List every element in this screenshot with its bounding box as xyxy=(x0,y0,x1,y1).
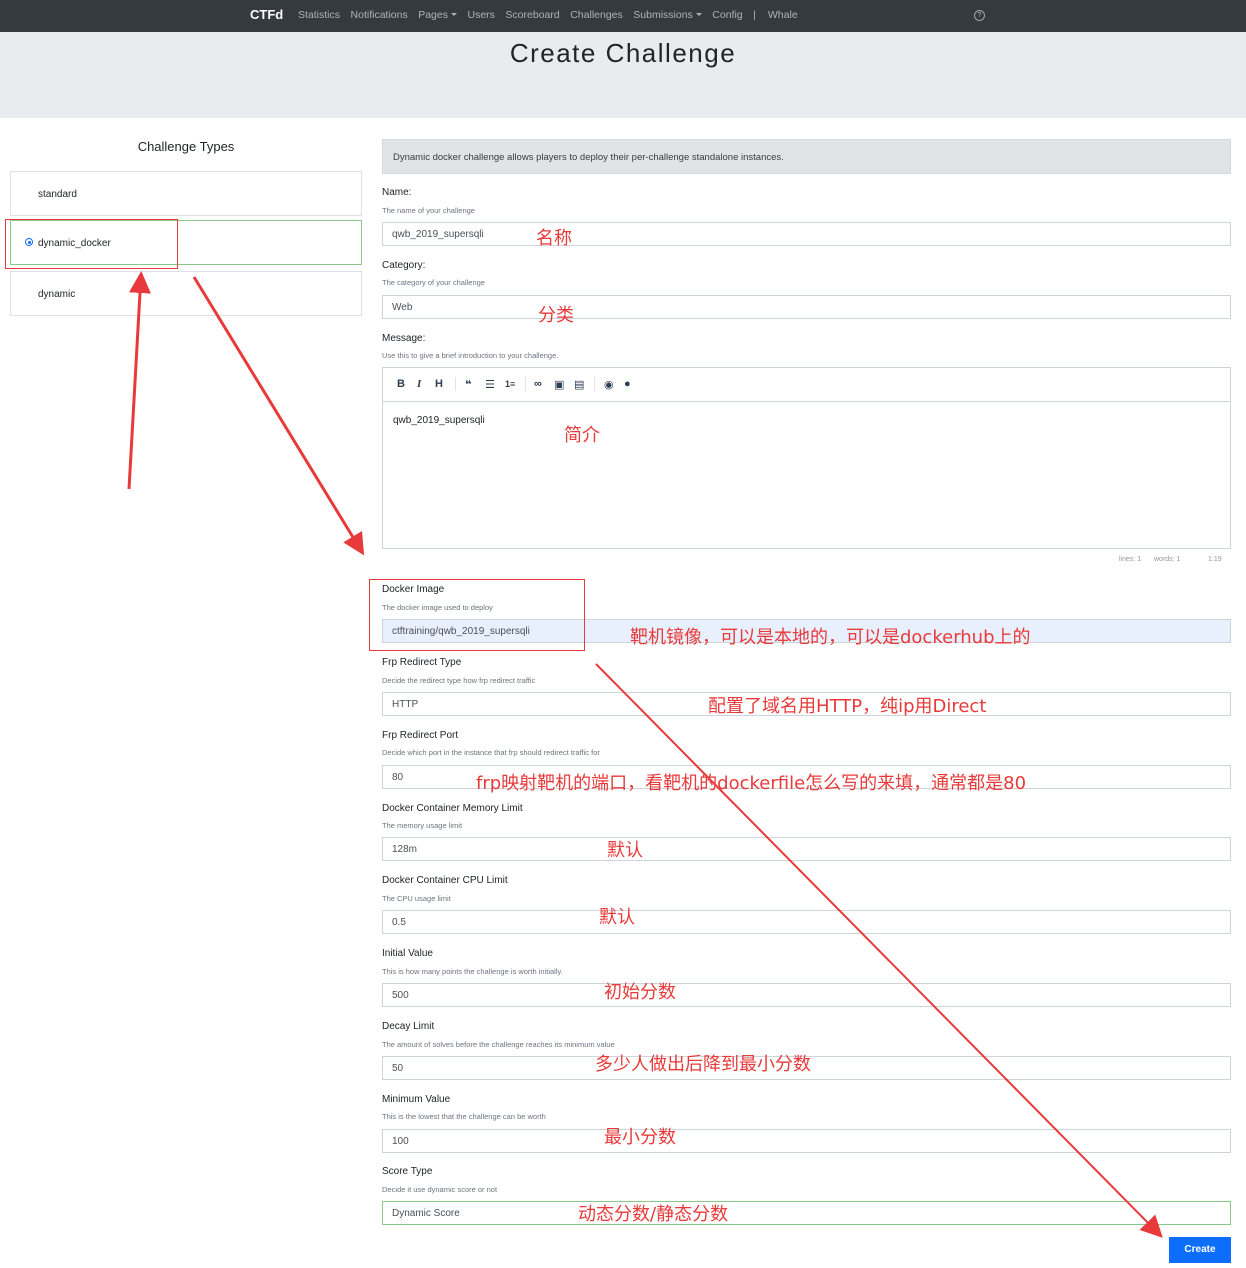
nav-submissions-dropdown[interactable]: Submissions xyxy=(633,9,702,21)
ordered-list-icon[interactable]: 1≡ xyxy=(505,379,515,389)
nav-users[interactable]: Users xyxy=(468,9,495,21)
guide-icon[interactable]: ● xyxy=(624,378,631,390)
minimum-value-input[interactable]: 100 xyxy=(382,1129,1231,1153)
nav-config[interactable]: Config xyxy=(712,9,742,21)
category-input[interactable]: Web xyxy=(382,295,1231,319)
page-title: Create Challenge xyxy=(509,38,737,68)
annotation-name: 名称 xyxy=(536,228,572,249)
challenge-types-title: Challenge Types xyxy=(137,139,235,154)
name-input[interactable]: qwb_2019_supersqli xyxy=(382,222,1231,246)
message-help: Use this to give a brief introduction to… xyxy=(382,351,559,360)
page-header: Create Challenge xyxy=(0,32,1246,118)
annotation-frp-port: frp映射靶机的端口，看靶机的dockerfile怎么写的来填，通常都是80 xyxy=(476,773,1027,794)
arrow-to-docker-image xyxy=(192,276,365,556)
annotation-minimum: 最小分数 xyxy=(604,1127,676,1148)
cpu-limit-label: Docker Container CPU Limit xyxy=(382,875,508,886)
memory-limit-input[interactable]: 128m xyxy=(382,837,1231,861)
heading-icon[interactable]: H xyxy=(435,378,443,390)
challenge-type-label: dynamic xyxy=(38,289,76,300)
initial-value-input[interactable]: 500 xyxy=(382,983,1231,1007)
brand-logo[interactable]: CTFd xyxy=(250,7,283,22)
cpu-limit-input[interactable]: 0.5 xyxy=(382,910,1231,934)
initial-value-help: This is how many points the challenge is… xyxy=(382,967,563,976)
cpu-limit-help: The CPU usage limit xyxy=(382,894,451,903)
annotation-box-challenge-type xyxy=(5,219,178,269)
annotation-score-type: 动态分数/静态分数 xyxy=(578,1204,729,1225)
category-label: Category: xyxy=(382,260,426,271)
question-circle-icon[interactable]: ? xyxy=(974,10,985,21)
toolbar-divider xyxy=(594,377,595,391)
name-help: The name of your challenge xyxy=(382,206,475,215)
editor-cursor-position: 1:19 xyxy=(1208,556,1222,563)
link-icon[interactable]: ∞ xyxy=(534,378,542,390)
nav-menu: Statistics Notifications Pages Users Sco… xyxy=(298,9,808,21)
category-help: The category of your challenge xyxy=(382,278,485,287)
message-label: Message: xyxy=(382,333,426,344)
frp-port-label: Frp Redirect Port xyxy=(382,730,459,741)
annotation-message: 简介 xyxy=(564,425,600,446)
bold-icon[interactable]: B xyxy=(397,378,405,390)
italic-icon[interactable]: I xyxy=(417,378,421,390)
frp-type-help: Decide the redirect type how frp redirec… xyxy=(382,676,536,685)
initial-value-label: Initial Value xyxy=(382,948,433,959)
annotation-cpu: 默认 xyxy=(599,907,635,928)
challenge-type-dynamic[interactable]: dynamic xyxy=(10,271,362,316)
challenge-description-alert: Dynamic docker challenge allows players … xyxy=(382,139,1231,174)
challenge-type-standard[interactable]: standard xyxy=(10,171,362,216)
annotation-initial: 初始分数 xyxy=(604,982,676,1003)
annotation-docker-image: 靶机镜像，可以是本地的，可以是dockerhub上的 xyxy=(630,627,1031,648)
decay-limit-help: The amount of solves before the challeng… xyxy=(382,1040,615,1049)
minimum-value-help: This is the lowest that the challenge ca… xyxy=(382,1112,546,1121)
nav-submissions-label: Submissions xyxy=(633,9,693,21)
score-type-label: Score Type xyxy=(382,1166,433,1177)
nav-scoreboard[interactable]: Scoreboard xyxy=(505,9,559,21)
nav-pages-label: Pages xyxy=(418,9,448,21)
memory-limit-label: Docker Container Memory Limit xyxy=(382,803,523,814)
memory-limit-help: The memory usage limit xyxy=(382,821,463,830)
frp-type-label: Frp Redirect Type xyxy=(382,657,462,668)
message-editor-text: qwb_2019_supersqli xyxy=(393,415,485,426)
nav-pages-dropdown[interactable]: Pages xyxy=(418,9,457,21)
frp-port-help: Decide which port in the instance that f… xyxy=(382,748,600,757)
message-editor[interactable]: B I H ❝ ☰ 1≡ ∞ ▣ ▤ ◉ ● qwb_2019_supersql… xyxy=(382,367,1231,549)
score-type-help: Decide it use dynamic score or not xyxy=(382,1185,498,1194)
annotation-decay: 多少人做出后降到最小分数 xyxy=(595,1054,811,1075)
file-icon[interactable]: ▤ xyxy=(574,378,584,391)
nav-whale[interactable]: Whale xyxy=(768,9,798,21)
preview-icon[interactable]: ◉ xyxy=(604,378,614,391)
toolbar-divider xyxy=(455,377,456,391)
create-button[interactable]: Create xyxy=(1169,1237,1231,1263)
nav-divider: | xyxy=(753,9,756,21)
decay-limit-label: Decay Limit xyxy=(382,1021,435,1032)
annotation-category: 分类 xyxy=(538,305,574,326)
editor-toolbar: B I H ❝ ☰ 1≡ ∞ ▣ ▤ ◉ ● xyxy=(383,368,1230,402)
toolbar-divider xyxy=(525,377,526,391)
unordered-list-icon[interactable]: ☰ xyxy=(485,378,495,391)
nav-notifications[interactable]: Notifications xyxy=(351,9,408,21)
annotation-frp-type: 配置了域名用HTTP，纯ip用Direct xyxy=(708,696,987,717)
caret-down-icon xyxy=(695,13,702,16)
minimum-value-label: Minimum Value xyxy=(382,1094,451,1105)
editor-words-count: words: 1 xyxy=(1154,556,1181,563)
quote-icon[interactable]: ❝ xyxy=(465,378,471,391)
annotation-box-docker-image xyxy=(369,579,585,651)
caret-down-icon xyxy=(451,13,457,16)
name-label: Name: xyxy=(382,187,412,198)
score-type-select[interactable]: Dynamic Score xyxy=(382,1201,1231,1225)
nav-statistics[interactable]: Statistics xyxy=(298,9,340,21)
challenge-type-label: standard xyxy=(38,189,77,200)
image-icon[interactable]: ▣ xyxy=(554,378,564,391)
nav-challenges[interactable]: Challenges xyxy=(570,9,623,21)
editor-lines-count: lines: 1 xyxy=(1119,556,1142,563)
top-navbar: CTFd Statistics Notifications Pages User… xyxy=(0,0,1246,32)
annotation-memory: 默认 xyxy=(607,840,643,861)
